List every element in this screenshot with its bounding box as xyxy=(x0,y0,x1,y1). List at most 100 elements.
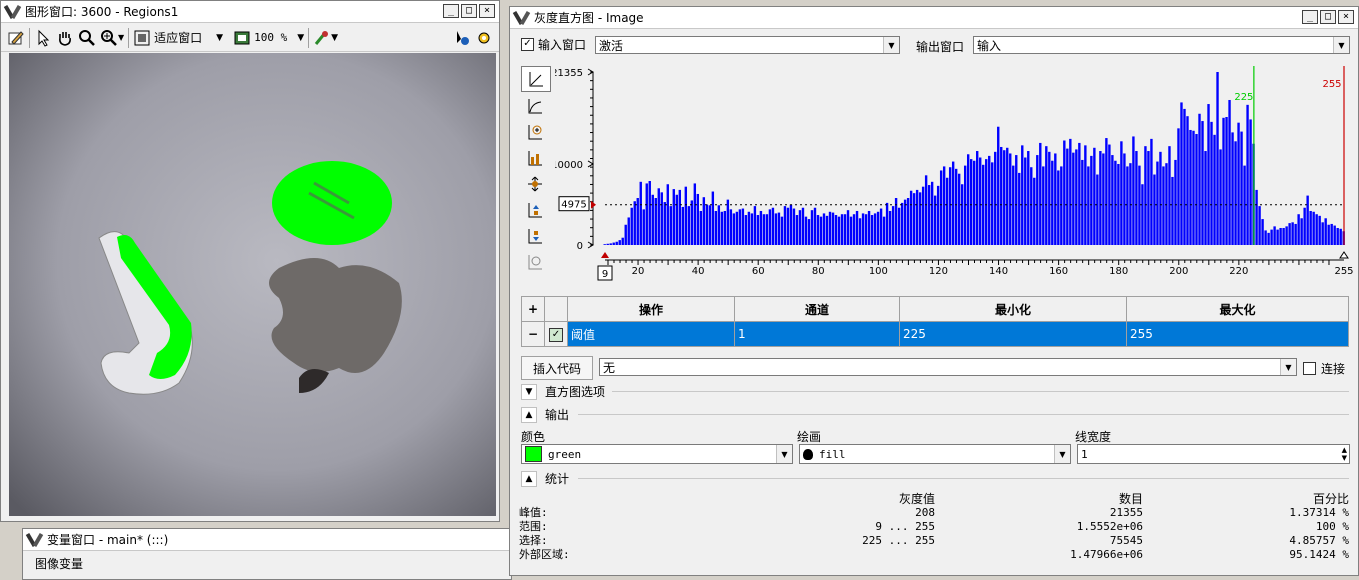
chevron-down-icon[interactable]: ▼ xyxy=(776,445,792,463)
chevron-down-icon[interactable]: ▼ xyxy=(1054,445,1070,463)
zoom-plus-icon[interactable] xyxy=(521,120,549,144)
histogram-window-titlebar[interactable]: 灰度直方图 - Image _ □ × xyxy=(510,7,1358,29)
histogram-bar xyxy=(942,166,946,245)
histogram-bar xyxy=(1159,151,1162,245)
insert-code-button[interactable]: 插入代码 xyxy=(521,356,593,380)
operation-enabled-checkbox[interactable]: ✓ xyxy=(544,321,568,347)
axis-log-icon[interactable] xyxy=(521,94,549,118)
fill-icon xyxy=(803,448,813,460)
chevron-down-icon[interactable]: ▼ xyxy=(216,33,223,43)
histogram-bar xyxy=(711,191,715,245)
move-down-icon[interactable] xyxy=(521,224,549,248)
chevron-up-icon[interactable]: ▲ xyxy=(521,470,537,487)
chevron-down-icon[interactable]: ▼ xyxy=(297,33,304,43)
input-window-checkbox[interactable]: ✓ xyxy=(521,38,534,51)
chevron-down-icon[interactable]: ▼ xyxy=(1333,37,1349,53)
histogram-bar xyxy=(657,188,660,245)
color-swatch xyxy=(525,446,542,462)
image-canvas[interactable] xyxy=(9,53,496,516)
chevron-down-icon[interactable]: ▼ xyxy=(521,383,537,400)
connect-option[interactable]: 连接 xyxy=(1303,360,1345,377)
graphics-window-titlebar[interactable]: 图形窗口: 3600 - Regions1 _ □ × xyxy=(1,1,499,23)
histogram-bar xyxy=(690,200,694,245)
stats-col-gray: 灰度值 208 9 ... 255 225 ... 255 xyxy=(749,492,935,547)
x-start-label: 9 xyxy=(602,269,608,280)
histogram-bar xyxy=(1135,151,1138,245)
histogram-bar xyxy=(979,157,982,245)
maximize-button[interactable]: □ xyxy=(461,4,477,18)
chevron-down-icon[interactable]: ▼ xyxy=(1280,359,1296,375)
connect-label: 连接 xyxy=(1321,362,1346,376)
spinner-arrows-icon[interactable]: ▲ ▼ xyxy=(1342,446,1347,462)
stats-section[interactable]: ▲ 统计 xyxy=(521,470,569,487)
cell-max[interactable]: 255 xyxy=(1126,321,1349,347)
minimize-button[interactable]: _ xyxy=(1302,10,1318,24)
histogram-bar xyxy=(885,202,889,245)
chevron-up-icon[interactable]: ▲ xyxy=(521,406,537,423)
reset-zoom-icon[interactable] xyxy=(521,250,549,274)
add-operation-button[interactable]: + xyxy=(521,296,545,322)
color-select[interactable]: green ▼ xyxy=(521,444,793,464)
histogram-bar xyxy=(879,208,883,245)
cell-operation[interactable]: 阈值 xyxy=(567,321,735,347)
column-header-min[interactable]: 最小化 xyxy=(899,296,1127,322)
histogram-bar xyxy=(603,244,606,245)
histogram-bar xyxy=(720,211,724,245)
move-up-icon[interactable] xyxy=(521,198,549,222)
remove-operation-button[interactable]: − xyxy=(521,321,545,347)
histogram-bar xyxy=(1042,166,1045,245)
histogram-bar xyxy=(915,189,919,245)
histogram-window-title: 灰度直方图 - Image xyxy=(534,11,644,25)
histogram-bar xyxy=(1165,163,1168,245)
minimize-button[interactable]: _ xyxy=(443,4,459,18)
image-variables-label[interactable]: 图像变量 xyxy=(35,555,83,572)
histogram-bar xyxy=(1189,129,1192,245)
histogram-chart[interactable]: 21355 10000 0 4975 20 40 60 80 100 120 140 160 180 20… xyxy=(555,62,1355,284)
output-section-label: 输出 xyxy=(545,408,570,422)
code-select[interactable]: 无 ▼ xyxy=(599,358,1297,376)
stats-count-selection: 75545 xyxy=(1109,534,1143,547)
connect-checkbox[interactable] xyxy=(1303,362,1316,375)
histogram-bar xyxy=(1060,166,1063,245)
histogram-bar xyxy=(1039,142,1042,245)
color-tool-icon[interactable]: ▼ xyxy=(313,27,338,49)
column-header-channel[interactable]: 通道 xyxy=(734,296,900,322)
chevron-down-icon[interactable]: ▼ xyxy=(883,37,899,53)
output-window-select[interactable]: 输入 ▼ xyxy=(973,36,1350,54)
draw-select[interactable]: fill ▼ xyxy=(799,444,1071,464)
histogram-bar xyxy=(1195,134,1198,245)
table-row[interactable]: − ✓ 阈值 1 225 255 xyxy=(521,321,1349,347)
column-header-max[interactable]: 最大化 xyxy=(1126,296,1349,322)
cell-channel[interactable]: 1 xyxy=(734,321,900,347)
close-button[interactable]: × xyxy=(479,4,495,18)
histogram-bar xyxy=(1249,119,1252,245)
column-header-operation[interactable]: 操作 xyxy=(567,296,735,322)
histogram-bar xyxy=(1111,155,1114,245)
zoom-histogram-icon[interactable] xyxy=(521,146,549,170)
zoom-level-button[interactable]: 100 % ▼ xyxy=(233,27,304,49)
histogram-bar xyxy=(903,199,907,245)
axis-linear-icon[interactable] xyxy=(521,66,551,92)
halcon-app-icon xyxy=(5,4,21,20)
maximize-button[interactable]: □ xyxy=(1320,10,1336,24)
histogram-bar xyxy=(648,181,651,245)
histogram-bar xyxy=(1261,219,1264,245)
output-section[interactable]: ▲ 输出 xyxy=(521,406,569,423)
pointer-icon[interactable] xyxy=(34,27,52,49)
fit-window-button[interactable]: 适应窗口 ▼ xyxy=(133,27,223,49)
zoom-in-icon[interactable]: ▼ xyxy=(100,27,124,49)
x-tick-label: 40 xyxy=(692,266,705,277)
edit-icon[interactable] xyxy=(7,27,25,49)
color-value: green xyxy=(548,447,582,461)
input-window-select[interactable]: 激活 ▼ xyxy=(595,36,900,54)
locate-icon[interactable] xyxy=(453,27,471,49)
magnifier-icon[interactable] xyxy=(78,27,96,49)
variable-window-titlebar[interactable]: 变量窗口 - main* (:::) xyxy=(23,529,511,551)
line-width-spinner[interactable]: 1 ▲ ▼ xyxy=(1077,444,1350,464)
move-vertical-icon[interactable] xyxy=(521,172,549,196)
cell-min[interactable]: 225 xyxy=(899,321,1127,347)
close-button[interactable]: × xyxy=(1338,10,1354,24)
settings-icon[interactable] xyxy=(475,27,493,49)
histogram-options-section[interactable]: ▼ 直方图选项 xyxy=(521,383,605,400)
pan-hand-icon[interactable] xyxy=(56,27,74,49)
